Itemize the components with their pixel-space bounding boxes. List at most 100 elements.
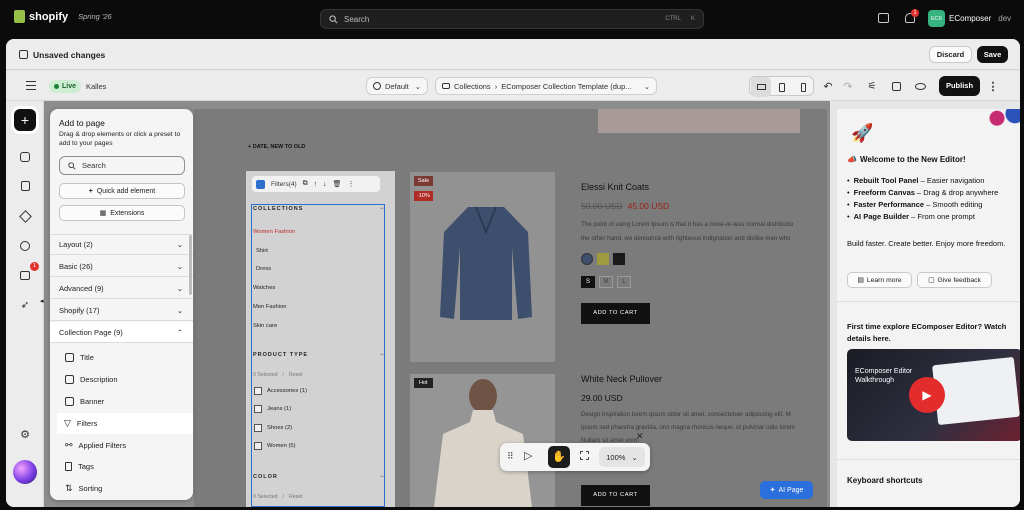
redo-icon[interactable]: ↷	[838, 76, 858, 96]
product-title[interactable]: Elessi Knit Coats	[581, 182, 649, 192]
product-type-option[interactable]: Jeans (1)	[254, 405, 291, 413]
collection-item[interactable]: Women Fashion	[253, 229, 295, 235]
category-collection-page[interactable]: Collection Page (9) ⌃	[50, 322, 193, 343]
category-basic[interactable]: Basic (26) ⌄	[50, 256, 193, 277]
color-swatch-black[interactable]	[613, 253, 625, 265]
globe-icon	[373, 82, 381, 90]
ai-search-icon[interactable]	[886, 76, 906, 96]
product-type-label: Jeans (1)	[267, 406, 292, 412]
add-element-button[interactable]: +	[14, 109, 36, 131]
shopify-logo[interactable]: shopify Spring '26	[14, 10, 112, 23]
color-collapse-icon[interactable]: −	[380, 474, 384, 480]
close-toolbar-icon[interactable]: ✕	[636, 431, 644, 442]
product-type-option[interactable]: Accessories (1)	[254, 387, 307, 395]
panel-collapse-icon[interactable]: ◂	[40, 297, 44, 305]
size-option[interactable]: M	[599, 276, 613, 288]
preview-eye-icon[interactable]	[910, 76, 930, 96]
element-description[interactable]: Description	[58, 369, 193, 390]
walkthrough-video[interactable]: EComposer Editor Walkthrough ▶	[847, 349, 1020, 441]
delete-icon[interactable]: 🗑	[333, 180, 342, 188]
more-vertical-icon[interactable]: ⋮	[983, 76, 1003, 96]
learn-more-button[interactable]: ▤ Learn more	[847, 272, 912, 288]
default-label: Default	[385, 81, 409, 91]
product-type-option[interactable]: Women (5)	[254, 442, 296, 450]
gear-icon[interactable]: ⚙	[15, 424, 35, 444]
give-feedback-button[interactable]: ▢ Give feedback	[917, 272, 992, 288]
ai-page-button[interactable]: ✦ AI Page	[760, 481, 813, 499]
store-icon[interactable]	[878, 13, 889, 23]
collection-item[interactable]: Men Fashion	[253, 304, 287, 310]
checkbox[interactable]	[254, 442, 262, 450]
zoom-select[interactable]: 100% ⌄	[599, 447, 645, 467]
layers-icon[interactable]	[15, 206, 35, 226]
keyboard-shortcuts[interactable]: Keyboard shortcuts	[847, 476, 923, 485]
hand-tool-icon[interactable]: ✋	[548, 446, 570, 468]
apps-rocket-icon[interactable]: ➶	[15, 295, 35, 315]
mobile-icon[interactable]	[793, 77, 813, 97]
add-to-cart-button[interactable]: ADD TO CART	[581, 485, 650, 506]
category-shopify[interactable]: Shopify (17) ⌄	[50, 300, 193, 321]
collection-item[interactable]: Dress	[256, 266, 271, 272]
desktop-icon[interactable]	[751, 77, 771, 97]
discard-button[interactable]: Discard	[929, 46, 972, 63]
color-swatch-blue[interactable]	[581, 253, 593, 265]
quick-add-element-button[interactable]: + Quick add element	[59, 183, 185, 199]
color-swatch-yellow[interactable]	[597, 253, 609, 265]
sections-icon[interactable]	[15, 147, 35, 167]
page-selector[interactable]: Collections › EComposer Collection Templ…	[435, 77, 657, 95]
product-title[interactable]: White Neck Pullover	[581, 374, 662, 384]
play-button-icon[interactable]: ▶	[909, 377, 945, 413]
checkbox[interactable]	[254, 387, 262, 395]
menu-icon[interactable]	[26, 81, 36, 90]
collections-collapse-icon[interactable]: −	[380, 206, 384, 212]
reset-link[interactable]: Reset	[289, 372, 303, 378]
settings-sliders-icon[interactable]: ⚟	[862, 76, 882, 96]
device-default-select[interactable]: Default ⌄	[366, 77, 428, 95]
size-option[interactable]: L	[617, 276, 631, 288]
feature-rest: – From one prompt	[909, 212, 975, 221]
element-sorting[interactable]: ⇅ Sorting	[58, 478, 193, 499]
collection-item[interactable]: Shirt	[256, 248, 268, 254]
tablet-icon[interactable]	[772, 77, 792, 97]
move-down-icon[interactable]: ↓	[323, 181, 327, 188]
pointer-icon[interactable]: ▷	[524, 449, 532, 462]
save-button[interactable]: Save	[977, 46, 1008, 63]
collection-item[interactable]: Skin care	[253, 323, 277, 329]
undo-icon[interactable]: ↶	[818, 76, 838, 96]
element-title[interactable]: Title	[58, 347, 193, 368]
checkbox[interactable]	[254, 424, 262, 432]
element-search-input[interactable]: Search	[59, 156, 185, 175]
filters-block[interactable]: Filters(4) ⧉ ↑ ↓ 🗑 ⋮ COLLECTIONS − Women…	[246, 171, 395, 507]
global-search[interactable]: Search CTRL K	[320, 9, 704, 29]
panel-scrollbar[interactable]	[189, 235, 192, 295]
duplicate-icon[interactable]: ⧉	[303, 180, 308, 188]
filter-more-icon[interactable]: ⋮	[348, 180, 355, 188]
product-type-collapse-icon[interactable]: −	[380, 352, 384, 358]
move-up-icon[interactable]: ↑	[314, 181, 318, 188]
ai-assistant-orb[interactable]	[13, 460, 37, 484]
product-image[interactable]: Hot	[410, 374, 555, 507]
category-layout[interactable]: Layout (2) ⌄	[50, 234, 193, 255]
feature-rest: – Drag & drop anywhere	[914, 188, 999, 197]
element-banner[interactable]: Banner	[58, 391, 193, 412]
layout-icon[interactable]	[15, 176, 35, 196]
checkbox[interactable]	[254, 405, 262, 413]
history-icon[interactable]	[15, 236, 35, 256]
color-reset-link[interactable]: Reset	[289, 494, 303, 500]
sort-label[interactable]: + DATE, NEW TO OLD	[248, 144, 305, 150]
element-filters[interactable]: ▽ Filters	[57, 413, 193, 434]
store-account[interactable]: EC6 EComposer dev	[928, 10, 1011, 27]
category-advanced[interactable]: Advanced (9) ⌄	[50, 278, 193, 299]
publish-button[interactable]: Publish	[939, 76, 980, 96]
extensions-button[interactable]: ▦ Extensions	[59, 205, 185, 221]
product-image[interactable]: Sale -10%	[410, 172, 555, 362]
collection-item[interactable]: Watches	[253, 285, 275, 291]
add-to-cart-button[interactable]: ADD TO CART	[581, 303, 650, 324]
left-rail: + 1 ➶ ⚙	[6, 101, 44, 507]
drag-handle-icon[interactable]: ⠿	[507, 451, 514, 462]
product-type-option[interactable]: Shoes (2)	[254, 424, 292, 432]
element-tags[interactable]: Tags	[58, 456, 193, 477]
size-option[interactable]: S	[581, 276, 595, 288]
element-applied-filters[interactable]: ⚯ Applied Filters	[58, 435, 193, 456]
fit-screen-icon[interactable]	[580, 451, 589, 460]
